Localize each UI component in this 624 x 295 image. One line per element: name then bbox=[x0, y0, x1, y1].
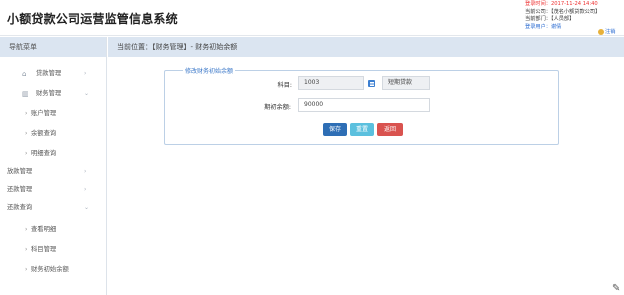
subject-code-field[interactable]: 1003 bbox=[298, 76, 364, 90]
chevron-right-icon: › bbox=[25, 150, 28, 157]
app-title: 小额贷款公司运营监管信息系统 bbox=[7, 12, 178, 26]
sidebar-item-label: 账户管理 bbox=[31, 110, 57, 117]
chevron-right-icon: › bbox=[25, 130, 28, 137]
sidebar-item-label: 查看明细 bbox=[31, 226, 57, 233]
sidebar-item-label: 财务管理 bbox=[36, 90, 62, 97]
chevron-right-icon: › bbox=[84, 70, 87, 77]
user-prefix: 登录用户： bbox=[525, 23, 551, 30]
sidebar-item-repayment-query[interactable]: 还款查询 ⌄ bbox=[0, 199, 106, 217]
sidebar-item-repayment-management[interactable]: 还款管理 › bbox=[0, 181, 106, 199]
breadcrumb: 当前位置：【财务管理】- 财务初始余额 bbox=[108, 37, 624, 57]
reset-button[interactable]: 重置 bbox=[350, 123, 374, 136]
sidebar-item-view-details[interactable]: › 查看明细 bbox=[0, 221, 106, 239]
sidebar: 导航菜单 ⌂ 贷款管理 › ▥ 财务管理 ⌄ › 账户管理 › 余额查询 › 明… bbox=[0, 37, 107, 295]
home-icon: ⌂ bbox=[22, 70, 27, 78]
sidebar-title: 导航菜单 bbox=[0, 37, 106, 57]
sidebar-item-label: 余额查询 bbox=[31, 130, 57, 137]
back-button[interactable]: 返回 bbox=[377, 123, 403, 136]
current-company: 当前公司：【茂名小额贷款公司】 bbox=[525, 8, 601, 15]
sidebar-item-label: 放款管理 bbox=[7, 168, 33, 175]
sidebar-item-balance-query[interactable]: › 余额查询 bbox=[0, 125, 106, 143]
list-icon[interactable] bbox=[368, 80, 375, 87]
sidebar-item-finance-management[interactable]: ▥ 财务管理 ⌄ bbox=[0, 85, 106, 103]
save-button[interactable]: 保存 bbox=[323, 123, 347, 136]
current-user: 登录用户：谢倩 bbox=[525, 24, 600, 32]
sidebar-item-label: 贷款管理 bbox=[36, 70, 62, 77]
sidebar-item-initial-balance[interactable]: › 财务初始余额 bbox=[0, 261, 106, 279]
bar-chart-icon: ▥ bbox=[22, 90, 29, 98]
subject-label: 科目: bbox=[277, 82, 292, 89]
user-info: 登录时间：2017-11-24 14:40 当前公司：【茂名小额贷款公司】 当前… bbox=[525, 1, 600, 31]
chevron-right-icon: › bbox=[84, 168, 87, 175]
login-time: 登录时间：2017-11-24 14:40 bbox=[525, 1, 598, 7]
subject-name-field[interactable]: 短期贷款 bbox=[382, 76, 430, 90]
chevron-right-icon: › bbox=[84, 186, 87, 193]
logout-label: 注销 bbox=[605, 29, 616, 35]
logout-link[interactable]: 注销 bbox=[598, 28, 615, 35]
chevron-right-icon: › bbox=[25, 110, 28, 117]
sidebar-item-label: 科目管理 bbox=[31, 246, 57, 253]
header: 小额贷款公司运营监管信息系统 登录时间：2017-11-24 14:40 当前公… bbox=[0, 0, 624, 36]
sidebar-item-label: 明细查询 bbox=[31, 150, 57, 157]
balance-label: 期初余额: bbox=[264, 104, 291, 111]
balance-input[interactable]: 90000 bbox=[298, 98, 430, 112]
chevron-right-icon: › bbox=[25, 226, 28, 233]
sidebar-item-label: 还款管理 bbox=[7, 186, 33, 193]
sidebar-item-label: 还款查询 bbox=[7, 204, 33, 211]
chevron-right-icon: › bbox=[25, 246, 28, 253]
sidebar-item-loan-management[interactable]: ⌂ 贷款管理 › bbox=[0, 65, 106, 83]
sidebar-item-disbursement-management[interactable]: 放款管理 › bbox=[0, 163, 106, 181]
sidebar-item-detail-query[interactable]: › 明细查询 bbox=[0, 145, 106, 163]
logout-icon bbox=[598, 28, 604, 35]
resize-handle-icon[interactable]: ✎ bbox=[612, 283, 620, 294]
current-department: 当前部门：【人员部】 bbox=[525, 16, 575, 22]
user-name[interactable]: 谢倩 bbox=[551, 24, 561, 30]
sidebar-item-label: 财务初始余额 bbox=[31, 266, 69, 273]
chevron-down-icon: ⌄ bbox=[84, 204, 90, 211]
sidebar-item-subject-management[interactable]: › 科目管理 bbox=[0, 241, 106, 259]
chevron-down-icon: ⌄ bbox=[84, 90, 90, 97]
panel-legend: 修改财务初始余额 bbox=[183, 66, 236, 75]
sidebar-item-account-management[interactable]: › 账户管理 bbox=[0, 105, 106, 123]
chevron-right-icon: › bbox=[25, 266, 28, 273]
